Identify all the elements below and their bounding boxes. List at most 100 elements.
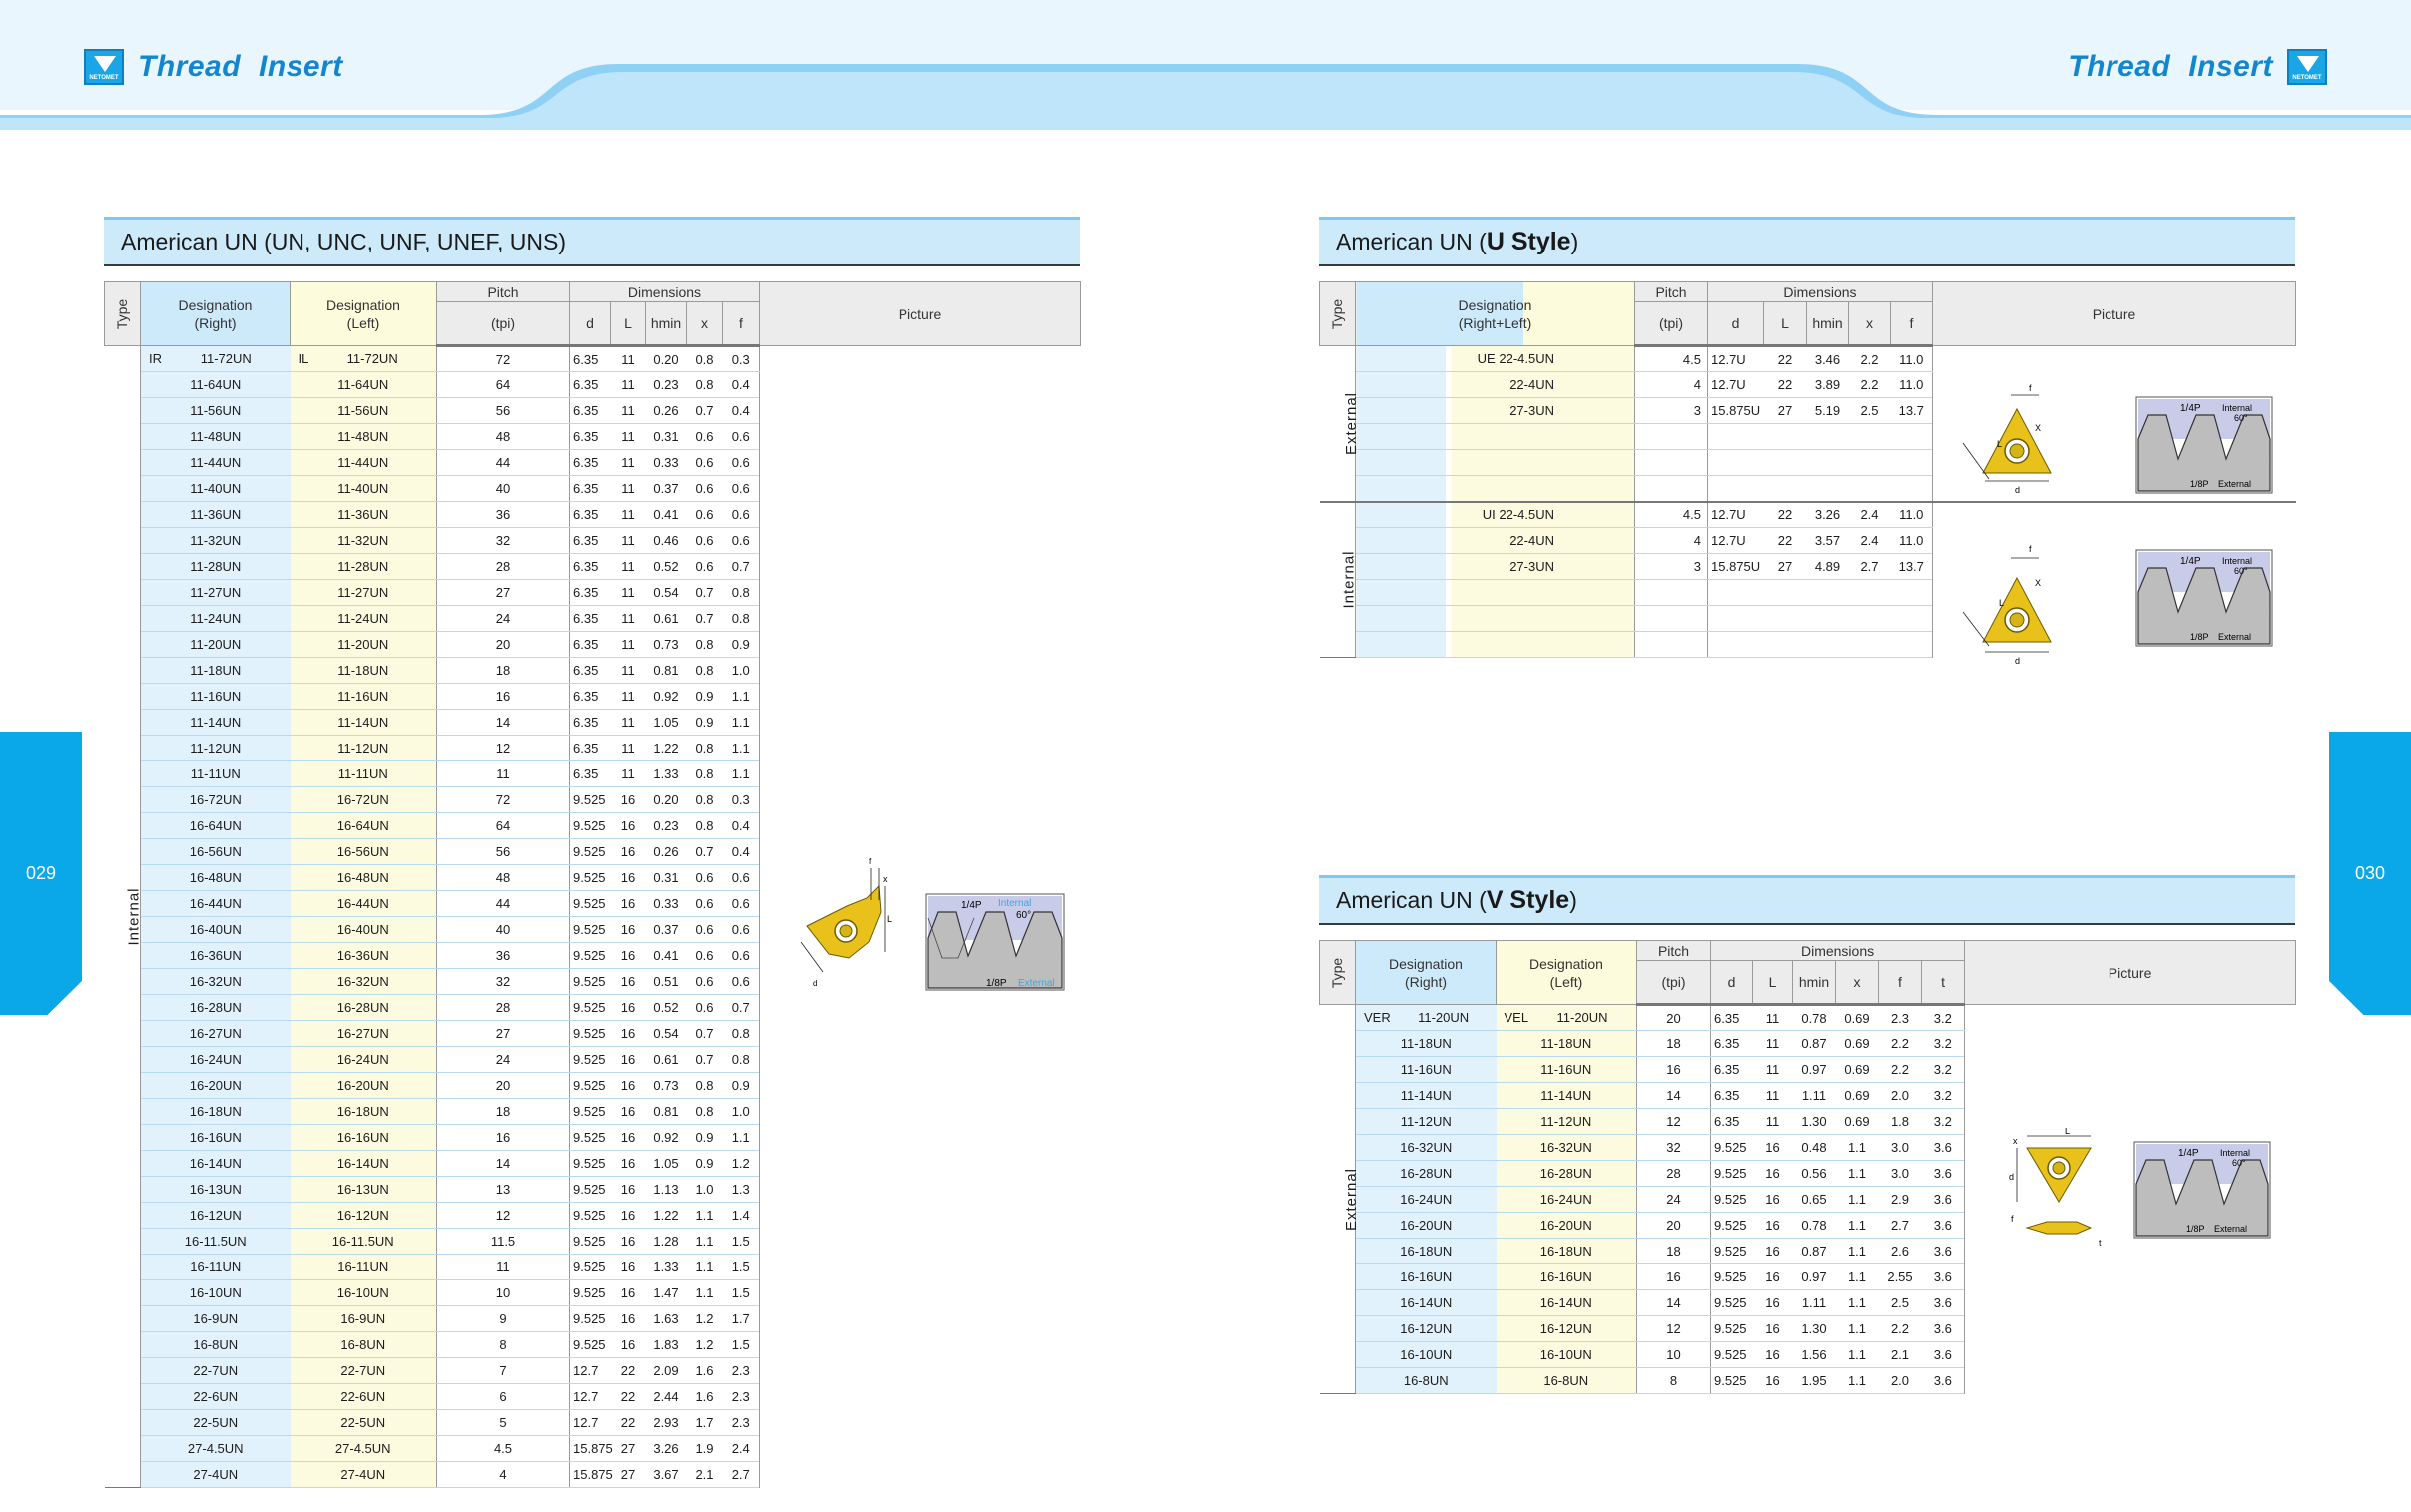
designation-left-cell-value: 16-28UN [336, 1000, 389, 1015]
x-cell-value: 1.1 [1847, 1269, 1867, 1284]
l-cell-value: 16 [620, 1078, 636, 1093]
designation-right-cell-value: 11-24UN [190, 611, 242, 626]
d-cell: 9.525 [569, 1254, 611, 1280]
x-cell [1848, 423, 1891, 450]
hmin-cell: 0.48 [1792, 1134, 1836, 1161]
x-cell: 1.2 [686, 1331, 723, 1358]
x-cell: 0.6 [686, 449, 723, 476]
pitch-cell: 32 [436, 527, 570, 554]
f-cell-value: 0.6 [731, 455, 750, 470]
d-cell-value: 6.35 [573, 351, 599, 367]
x-cell-value: 1.0 [695, 1182, 714, 1197]
x-cell-value: 1.6 [695, 1363, 714, 1378]
designation-left-cell: 11-64UN [290, 371, 437, 398]
designation-cell [1355, 579, 1635, 606]
f-cell: 2.1 [1878, 1341, 1922, 1368]
hmin-cell-value: 0.61 [653, 1052, 679, 1067]
designation-right-cell: 11-14UN [140, 709, 291, 736]
hmin-cell: 1.30 [1792, 1108, 1836, 1135]
designation-left-cell: 16-24UN [290, 1046, 437, 1073]
col-tpi: (tpi) [1634, 301, 1708, 347]
f-cell-value: 1.4 [731, 1208, 750, 1223]
d-cell-value: 6.35 [573, 585, 599, 600]
label-external: External [2218, 632, 2251, 642]
x-cell: 1.1 [1835, 1212, 1879, 1239]
f-cell: 0.4 [722, 838, 760, 865]
designation-left-cell: 16-11UN [290, 1254, 437, 1280]
designation-right-cell-value: 11-18UN [1400, 1036, 1452, 1051]
label-d: d [813, 979, 817, 988]
d-cell-value: 9.525 [573, 792, 606, 807]
col-x: x [1848, 301, 1891, 347]
d-cell [1707, 475, 1764, 502]
pitch-cell: 32 [436, 968, 570, 995]
t-cell: 3.6 [1921, 1263, 1965, 1290]
l-cell: 16 [1752, 1212, 1793, 1239]
pitch-cell-value: 4 [499, 1467, 507, 1482]
label-quarter-p: 1/4P [2180, 403, 2201, 414]
type-external: External [1319, 1004, 1360, 1394]
d-cell: 12.7U [1707, 500, 1764, 528]
l-cell: 11 [610, 605, 646, 632]
label-x: X [2035, 423, 2041, 433]
hmin-cell: 0.52 [645, 553, 687, 580]
hmin-cell-value: 1.22 [653, 741, 679, 756]
pitch-cell: 28 [1636, 1160, 1711, 1187]
hmin-cell-value: 1.11 [1801, 1295, 1827, 1310]
col-L: L [1763, 301, 1807, 347]
pitch-cell: 3 [1634, 553, 1708, 580]
pitch-cell: 13 [436, 1176, 570, 1203]
d-cell: 6.35 [1710, 1030, 1753, 1057]
designation-left-cell: 27-4.5UN [290, 1435, 437, 1462]
designation-left-cell-value: 16-14UN [1539, 1295, 1592, 1310]
l-cell: 22 [1763, 500, 1807, 528]
hmin-cell: 1.63 [645, 1305, 687, 1332]
f-cell-value: 1.1 [731, 741, 750, 756]
designation-right-cell: 11-20UN [140, 631, 291, 658]
designation-right-cell: 16-18UN [1355, 1238, 1497, 1264]
hmin-cell: 0.61 [645, 605, 687, 632]
x-cell: 0.6 [686, 553, 723, 580]
x-cell: 0.7 [686, 838, 723, 865]
l-cell-value: 16 [620, 1156, 636, 1171]
d-cell: 12.7U [1707, 527, 1764, 554]
f-cell: 0.6 [722, 475, 760, 502]
l-cell: 22 [610, 1357, 646, 1384]
designation-left-cell-value: 16-12UN [1539, 1321, 1592, 1336]
col-type: Type [1319, 281, 1356, 346]
d-cell-value: 9.525 [573, 922, 606, 937]
hmin-cell: 1.22 [645, 735, 687, 761]
designation-left-cell: 16-20UN [1496, 1212, 1637, 1239]
l-cell: 16 [610, 916, 646, 943]
pitch-cell: 72 [436, 786, 570, 813]
designation-right-cell-value: 27-4.5UN [187, 1441, 244, 1456]
label-eighth-p: 1/8P [986, 978, 1007, 989]
designation-left-cell: 11-27UN [290, 579, 437, 606]
l-cell: 22 [1763, 345, 1807, 372]
col-type: Type [1319, 940, 1356, 1005]
pitch-cell-value: 14 [1666, 1295, 1681, 1310]
hmin-cell-value: 1.05 [653, 715, 679, 730]
f-cell-value: 1.1 [731, 689, 750, 704]
pitch-cell-value: 44 [495, 455, 511, 470]
col-dimensions: Dimensions [569, 281, 760, 302]
x-cell-value: 1.1 [695, 1260, 714, 1274]
hmin-cell: 0.26 [645, 397, 687, 424]
f-cell: 1.0 [722, 1098, 760, 1125]
f-cell: 2.0 [1878, 1082, 1922, 1109]
col-designation-right: Designation (Right) [140, 281, 291, 346]
hmin-cell-value: 0.73 [653, 637, 679, 652]
x-cell-value: 0.7 [695, 403, 714, 418]
f-cell: 0.8 [722, 1046, 760, 1073]
pitch-cell-value: 16 [495, 1130, 511, 1145]
l-cell-value: 11 [621, 611, 635, 626]
f-cell-value: 0.6 [731, 922, 750, 937]
hmin-cell-value: 0.26 [653, 844, 679, 859]
f-cell: 0.6 [722, 968, 760, 995]
designation-value: 22-4UN [1509, 533, 1554, 548]
pitch-cell: 12 [436, 1202, 570, 1229]
hmin-cell: 0.61 [645, 1046, 687, 1073]
designation-value: 27-3UN [1509, 559, 1554, 574]
hmin-cell: 1.05 [645, 709, 687, 736]
hmin-cell: 4.89 [1806, 553, 1849, 580]
